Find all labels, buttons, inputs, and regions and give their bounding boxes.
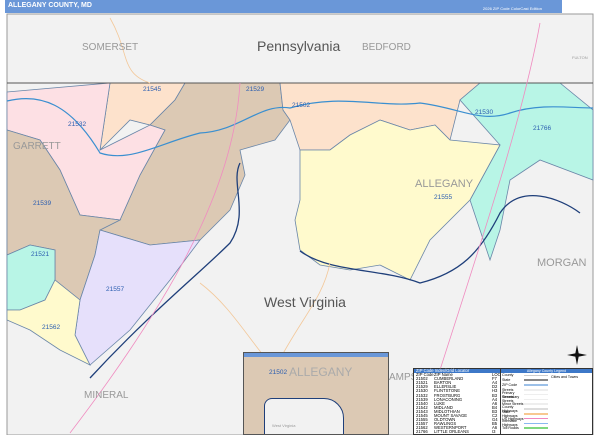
state-label-pennsylvania: Pennsylvania xyxy=(257,38,341,54)
edition-label: 2026 ZIP Code ColorCast Edition xyxy=(482,6,542,11)
county-label-fulton: FULTON xyxy=(572,55,588,60)
inset-header xyxy=(244,353,388,357)
legend-label: Toll Roads xyxy=(502,426,519,431)
title-bar: ALLEGANY COUNTY, MD 2026 ZIP Code ColorC… xyxy=(5,0,582,13)
index-cell: LITTLE ORLEANS xyxy=(434,429,469,435)
legend-swatch xyxy=(524,398,548,401)
legend-label: State xyxy=(502,378,511,383)
legend-swatch xyxy=(524,403,548,405)
county-label-allegany: ALLEGANY xyxy=(415,178,474,190)
county-label-somerset: SOMERSET xyxy=(82,42,139,53)
cumberland-inset-map[interactable]: 21502 ALLEGANY West Virginia xyxy=(243,352,389,435)
zip-label-21557: 21557 xyxy=(106,286,125,293)
zip-label-21529: 21529 xyxy=(246,86,265,93)
inset-wv-label: West Virginia xyxy=(272,423,296,428)
zip-label-21530: 21530 xyxy=(475,109,494,116)
map-title: ALLEGANY COUNTY, MD xyxy=(8,2,92,9)
legend-label: County xyxy=(502,373,514,378)
legend-cities-title: Cities and Towns xyxy=(551,375,579,379)
legend-swatch xyxy=(524,427,548,429)
legend-swatch xyxy=(524,389,548,391)
legend-swatch xyxy=(524,384,548,386)
zip-label-21555: 21555 xyxy=(434,194,453,201)
legend-swatch xyxy=(524,422,548,425)
map-legend: Allegany County Legend County State ZIP Co… xyxy=(500,368,593,435)
legend-swatch xyxy=(524,408,548,410)
zip-label-21766: 21766 xyxy=(533,125,552,132)
index-row: 21766 LITTLE ORLEANS I3 xyxy=(414,430,502,434)
index-cell: 21766 xyxy=(416,429,428,435)
market-maps-logo xyxy=(562,0,598,13)
state-label-west-virginia: West Virginia xyxy=(264,294,346,310)
zip-index-table: ZIP Code Index/Grid Locator ZIP Code ZIP … xyxy=(413,368,503,435)
inset-zip-label: 21502 xyxy=(269,369,288,376)
legend-swatch xyxy=(524,413,548,415)
legend-swatch xyxy=(524,417,548,420)
zip-label-21539: 21539 xyxy=(33,200,52,207)
zip-label-21562: 21562 xyxy=(42,324,61,331)
inset-wv-area xyxy=(264,398,344,434)
zip-label-21532: 21532 xyxy=(68,121,87,128)
legend-swatch xyxy=(524,393,548,396)
legend-swatch xyxy=(524,379,548,381)
county-label-bedford: BEDFORD xyxy=(362,42,411,53)
county-label-mineral: MINERAL xyxy=(84,390,129,401)
zip-label-21502: 21502 xyxy=(292,102,311,109)
legend-label: ZIP Code xyxy=(502,382,518,387)
index-cell: I3 xyxy=(492,429,496,435)
legend-swatch xyxy=(524,374,548,377)
zip-label-21521: 21521 xyxy=(31,251,50,258)
zip-label-21545: 21545 xyxy=(143,86,162,93)
inset-county-label: ALLEGANY xyxy=(289,365,353,379)
county-label-garrett: GARRETT xyxy=(13,141,61,152)
county-label-morgan: MORGAN xyxy=(537,257,587,269)
legend-item: Toll Roads xyxy=(501,426,592,431)
